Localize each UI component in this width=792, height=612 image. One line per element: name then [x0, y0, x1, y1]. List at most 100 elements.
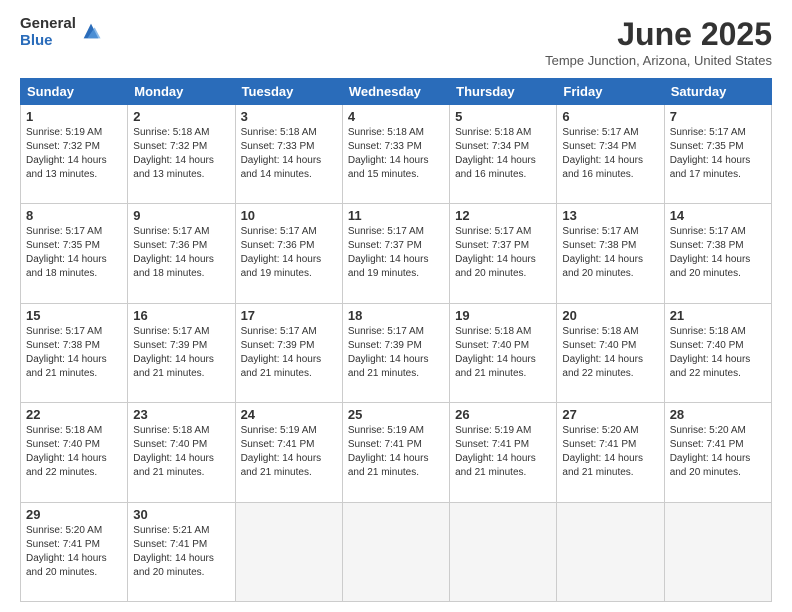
cell-info: Sunrise: 5:17 AMSunset: 7:38 PMDaylight:…: [26, 325, 122, 381]
calendar-cell: 16 Sunrise: 5:17 AMSunset: 7:39 PMDayligh…: [128, 303, 235, 402]
calendar-cell: 14 Sunrise: 5:17 AMSunset: 7:38 PMDayligh…: [664, 204, 771, 303]
calendar-cell: 5 Sunrise: 5:18 AMSunset: 7:34 PMDaylight…: [450, 105, 557, 204]
cell-info: Sunrise: 5:17 AMSunset: 7:36 PMDaylight:…: [241, 225, 337, 281]
day-number: 23: [133, 407, 229, 422]
logo-blue-text: Blue: [20, 33, 76, 50]
cell-info: Sunrise: 5:18 AMSunset: 7:40 PMDaylight:…: [26, 424, 122, 480]
calendar-cell: 11 Sunrise: 5:17 AMSunset: 7:37 PMDayligh…: [342, 204, 449, 303]
day-number: 12: [455, 208, 551, 223]
calendar-cell: [557, 502, 664, 601]
cell-info: Sunrise: 5:19 AMSunset: 7:32 PMDaylight:…: [26, 126, 122, 182]
cell-info: Sunrise: 5:17 AMSunset: 7:35 PMDaylight:…: [670, 126, 766, 182]
day-number: 24: [241, 407, 337, 422]
logo-text: General Blue: [20, 16, 76, 49]
calendar-cell: 18 Sunrise: 5:17 AMSunset: 7:39 PMDayligh…: [342, 303, 449, 402]
calendar-cell: 21 Sunrise: 5:18 AMSunset: 7:40 PMDayligh…: [664, 303, 771, 402]
logo-general-text: General: [20, 16, 76, 33]
calendar-cell: 29Sunrise: 5:20 AMSunset: 7:41 PMDayligh…: [21, 502, 128, 601]
cell-info: Sunrise: 5:17 AMSunset: 7:38 PMDaylight:…: [670, 225, 766, 281]
week-row-2: 15 Sunrise: 5:17 AMSunset: 7:38 PMDayligh…: [21, 303, 772, 402]
logo-icon: [80, 20, 102, 42]
page: General Blue June 2025 Tempe Junction, A…: [0, 0, 792, 612]
cell-info: Sunrise: 5:18 AMSunset: 7:40 PMDaylight:…: [133, 424, 229, 480]
day-number: 30: [133, 507, 229, 522]
day-number: 8: [26, 208, 122, 223]
day-number: 5: [455, 109, 551, 124]
weekday-header-friday: Friday: [557, 79, 664, 105]
day-number: 17: [241, 308, 337, 323]
calendar-cell: [342, 502, 449, 601]
day-number: 7: [670, 109, 766, 124]
day-number: 26: [455, 407, 551, 422]
cell-info: Sunrise: 5:18 AMSunset: 7:34 PMDaylight:…: [455, 126, 551, 182]
calendar-table: SundayMondayTuesdayWednesdayThursdayFrid…: [20, 78, 772, 602]
cell-info: Sunrise: 5:17 AMSunset: 7:39 PMDaylight:…: [348, 325, 444, 381]
week-row-4: 29Sunrise: 5:20 AMSunset: 7:41 PMDayligh…: [21, 502, 772, 601]
week-row-0: 1Sunrise: 5:19 AMSunset: 7:32 PMDaylight…: [21, 105, 772, 204]
calendar-cell: 19 Sunrise: 5:18 AMSunset: 7:40 PMDayligh…: [450, 303, 557, 402]
week-row-1: 8Sunrise: 5:17 AMSunset: 7:35 PMDaylight…: [21, 204, 772, 303]
day-number: 27: [562, 407, 658, 422]
calendar-cell: 10 Sunrise: 5:17 AMSunset: 7:36 PMDayligh…: [235, 204, 342, 303]
day-number: 29: [26, 507, 122, 522]
day-number: 18: [348, 308, 444, 323]
day-number: 20: [562, 308, 658, 323]
weekday-row: SundayMondayTuesdayWednesdayThursdayFrid…: [21, 79, 772, 105]
calendar-cell: 2 Sunrise: 5:18 AMSunset: 7:32 PMDaylight…: [128, 105, 235, 204]
day-number: 2: [133, 109, 229, 124]
cell-info: Sunrise: 5:17 AMSunset: 7:34 PMDaylight:…: [562, 126, 658, 182]
cell-info: Sunrise: 5:18 AMSunset: 7:40 PMDaylight:…: [562, 325, 658, 381]
calendar-cell: 26 Sunrise: 5:19 AMSunset: 7:41 PMDayligh…: [450, 403, 557, 502]
calendar-cell: 3 Sunrise: 5:18 AMSunset: 7:33 PMDaylight…: [235, 105, 342, 204]
weekday-header-saturday: Saturday: [664, 79, 771, 105]
calendar-cell: 30 Sunrise: 5:21 AMSunset: 7:41 PMDayligh…: [128, 502, 235, 601]
day-number: 25: [348, 407, 444, 422]
calendar-cell: [450, 502, 557, 601]
cell-info: Sunrise: 5:18 AMSunset: 7:40 PMDaylight:…: [670, 325, 766, 381]
title-block: June 2025 Tempe Junction, Arizona, Unite…: [545, 16, 772, 68]
cell-info: Sunrise: 5:18 AMSunset: 7:40 PMDaylight:…: [455, 325, 551, 381]
weekday-header-tuesday: Tuesday: [235, 79, 342, 105]
cell-info: Sunrise: 5:20 AMSunset: 7:41 PMDaylight:…: [562, 424, 658, 480]
day-number: 22: [26, 407, 122, 422]
day-number: 9: [133, 208, 229, 223]
calendar-cell: 15 Sunrise: 5:17 AMSunset: 7:38 PMDayligh…: [21, 303, 128, 402]
month-title: June 2025: [545, 16, 772, 53]
day-number: 15: [26, 308, 122, 323]
cell-info: Sunrise: 5:21 AMSunset: 7:41 PMDaylight:…: [133, 524, 229, 580]
cell-info: Sunrise: 5:18 AMSunset: 7:33 PMDaylight:…: [241, 126, 337, 182]
calendar-cell: 24 Sunrise: 5:19 AMSunset: 7:41 PMDayligh…: [235, 403, 342, 502]
cell-info: Sunrise: 5:18 AMSunset: 7:32 PMDaylight:…: [133, 126, 229, 182]
calendar-cell: 6 Sunrise: 5:17 AMSunset: 7:34 PMDaylight…: [557, 105, 664, 204]
cell-info: Sunrise: 5:17 AMSunset: 7:39 PMDaylight:…: [133, 325, 229, 381]
calendar-body: 1Sunrise: 5:19 AMSunset: 7:32 PMDaylight…: [21, 105, 772, 602]
cell-info: Sunrise: 5:19 AMSunset: 7:41 PMDaylight:…: [241, 424, 337, 480]
cell-info: Sunrise: 5:17 AMSunset: 7:38 PMDaylight:…: [562, 225, 658, 281]
calendar-cell: 12 Sunrise: 5:17 AMSunset: 7:37 PMDayligh…: [450, 204, 557, 303]
calendar-cell: 23 Sunrise: 5:18 AMSunset: 7:40 PMDayligh…: [128, 403, 235, 502]
day-number: 21: [670, 308, 766, 323]
calendar-cell: 28 Sunrise: 5:20 AMSunset: 7:41 PMDayligh…: [664, 403, 771, 502]
location: Tempe Junction, Arizona, United States: [545, 53, 772, 68]
calendar-cell: [235, 502, 342, 601]
calendar-cell: 9Sunrise: 5:17 AMSunset: 7:36 PMDaylight…: [128, 204, 235, 303]
cell-info: Sunrise: 5:17 AMSunset: 7:39 PMDaylight:…: [241, 325, 337, 381]
calendar-cell: 27 Sunrise: 5:20 AMSunset: 7:41 PMDayligh…: [557, 403, 664, 502]
day-number: 10: [241, 208, 337, 223]
day-number: 16: [133, 308, 229, 323]
header: General Blue June 2025 Tempe Junction, A…: [20, 16, 772, 68]
cell-info: Sunrise: 5:19 AMSunset: 7:41 PMDaylight:…: [348, 424, 444, 480]
cell-info: Sunrise: 5:20 AMSunset: 7:41 PMDaylight:…: [670, 424, 766, 480]
day-number: 14: [670, 208, 766, 223]
day-number: 28: [670, 407, 766, 422]
day-number: 6: [562, 109, 658, 124]
cell-info: Sunrise: 5:19 AMSunset: 7:41 PMDaylight:…: [455, 424, 551, 480]
calendar-cell: 7 Sunrise: 5:17 AMSunset: 7:35 PMDaylight…: [664, 105, 771, 204]
calendar-cell: 25 Sunrise: 5:19 AMSunset: 7:41 PMDayligh…: [342, 403, 449, 502]
weekday-header-sunday: Sunday: [21, 79, 128, 105]
cell-info: Sunrise: 5:17 AMSunset: 7:37 PMDaylight:…: [348, 225, 444, 281]
day-number: 3: [241, 109, 337, 124]
cell-info: Sunrise: 5:17 AMSunset: 7:37 PMDaylight:…: [455, 225, 551, 281]
day-number: 11: [348, 208, 444, 223]
day-number: 19: [455, 308, 551, 323]
